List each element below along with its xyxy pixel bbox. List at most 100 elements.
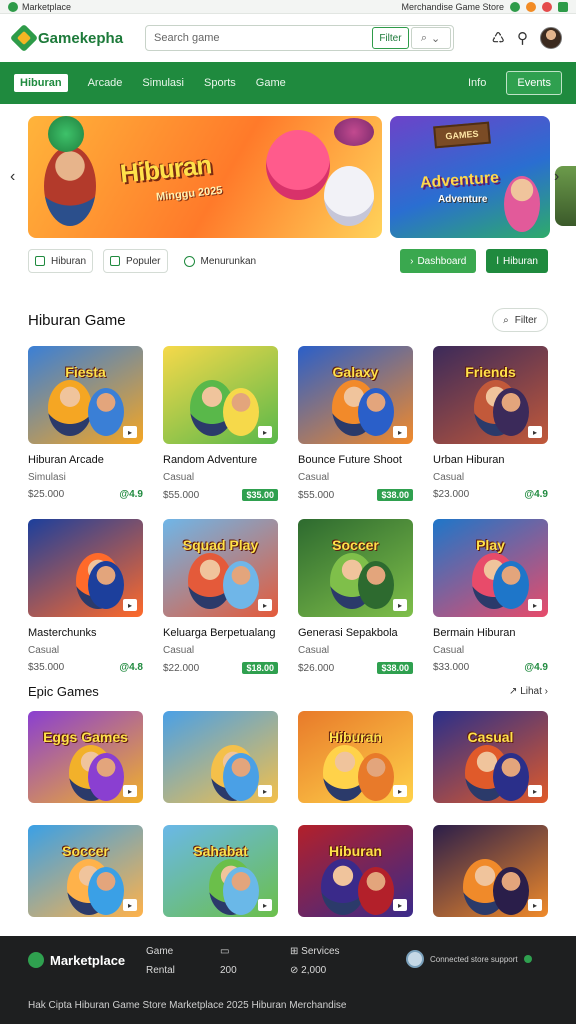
play-badge-icon[interactable]: ▸	[393, 426, 407, 438]
game-card[interactable]: Friends ▸ Urban Hiburan Casual $23.000 @4.9	[433, 346, 548, 501]
game-card[interactable]: Fiesta ▸ Hiburan Arcade Simulasi $25.000 @4.9	[28, 346, 143, 501]
green-square-icon[interactable]	[558, 1, 568, 12]
avatar[interactable]	[540, 27, 562, 49]
epic-game-thumbnail[interactable]: Soccer ▸	[28, 825, 143, 917]
epic-game-card[interactable]: Hiburan ▸	[298, 825, 413, 917]
game-thumbnail[interactable]: ▸	[28, 519, 143, 617]
game-card[interactable]: Galaxy ▸ Bounce Future Shoot Casual $55.000 $…	[298, 346, 413, 501]
chip-label: Menurunkan	[200, 255, 257, 267]
game-title[interactable]: Bermain Hiburan	[433, 627, 548, 639]
play-badge-icon[interactable]: ▸	[123, 599, 137, 611]
epic-game-thumbnail[interactable]: Hiburan ▸	[298, 711, 413, 803]
red-dot-icon[interactable]	[542, 1, 552, 12]
game-thumbnail[interactable]: Galaxy ▸	[298, 346, 413, 444]
nav-item-arcade[interactable]: Arcade	[88, 77, 123, 89]
game-thumbnail[interactable]: Play ▸	[433, 519, 548, 617]
cart-icon[interactable]: ♺	[492, 29, 505, 47]
nav-events-button[interactable]: Events	[506, 71, 562, 95]
game-price: $55.000	[163, 489, 200, 501]
game-card[interactable]: ▸ Masterchunks Casual $35.000 @4.8	[28, 519, 143, 674]
epic-game-card[interactable]: Eggs Games ▸	[28, 711, 143, 803]
game-title[interactable]: Hiburan Arcade	[28, 454, 143, 466]
game-card[interactable]: Play ▸ Bermain Hiburan Casual $33.000 @4.9	[433, 519, 548, 674]
game-thumbnail[interactable]: ▸	[163, 346, 278, 444]
game-rating: $38.00	[377, 662, 413, 674]
game-title[interactable]: Bounce Future Shoot	[298, 454, 413, 466]
nav-item-game[interactable]: Game	[256, 77, 286, 89]
nav-info-link[interactable]: Info	[468, 77, 486, 89]
chip-populer[interactable]: Populer	[103, 249, 168, 273]
game-card[interactable]: Soccer ▸ Generasi Sepakbola Casual $26.000 $3…	[298, 519, 413, 674]
epic-game-thumbnail[interactable]: Sahabat ▸	[163, 825, 278, 917]
game-thumbnail[interactable]: Soccer ▸	[298, 519, 413, 617]
footer-col3-icon: ⊞	[290, 946, 299, 957]
hero-banner-side[interactable]: GAMES Adventure Adventure	[390, 116, 550, 238]
search-icon: ⌕	[420, 31, 428, 44]
play-badge-icon[interactable]: ▸	[123, 899, 137, 911]
epic-game-thumbnail[interactable]: ▸	[433, 825, 548, 917]
epic-game-card[interactable]: Soccer ▸	[28, 825, 143, 917]
game-thumbnail[interactable]: Friends ▸	[433, 346, 548, 444]
section1-title: Hiburan Game	[28, 311, 126, 329]
footer-col-2: ▭ 200	[220, 946, 237, 976]
play-badge-icon[interactable]: ▸	[528, 599, 542, 611]
play-badge-icon[interactable]: ▸	[258, 785, 272, 797]
nav-item-sports[interactable]: Sports	[204, 77, 236, 89]
epic-game-card[interactable]: ▸	[163, 711, 278, 803]
search-button[interactable]: ⌕ ⌄	[410, 27, 451, 49]
game-thumbnail[interactable]: Fiesta ▸	[28, 346, 143, 444]
orange-dot-icon[interactable]	[526, 1, 536, 12]
epic-game-thumbnail[interactable]: Eggs Games ▸	[28, 711, 143, 803]
game-title[interactable]: Masterchunks	[28, 627, 143, 639]
chip-menurunkan[interactable]: Menurunkan	[178, 249, 263, 273]
epic-game-card[interactable]: Hiburan ▸	[298, 711, 413, 803]
character-art	[48, 380, 92, 436]
footer-link[interactable]: Rental	[146, 965, 175, 976]
hero-banner-main[interactable]: Hiburan Minggu 2025	[28, 116, 382, 238]
bell-icon[interactable]: ⚲	[517, 29, 528, 47]
section2-more-link[interactable]: ↗ Lihat ›	[509, 686, 548, 697]
play-badge-icon[interactable]: ▸	[123, 785, 137, 797]
play-badge-icon[interactable]: ▸	[393, 899, 407, 911]
support-icon[interactable]	[406, 950, 424, 968]
carousel-prev-icon[interactable]: ‹	[10, 168, 15, 186]
epic-game-card[interactable]: Casual ▸	[433, 711, 548, 803]
section1-filter-button[interactable]: ⌕ Filter	[492, 308, 548, 332]
epic-game-thumbnail[interactable]: Casual ▸	[433, 711, 548, 803]
carousel-next-icon[interactable]: ›	[554, 168, 559, 186]
nav-item-simulasi[interactable]: Simulasi	[142, 77, 184, 89]
game-title[interactable]: Keluarga Berpetualang	[163, 627, 278, 639]
logo[interactable]: Gamekepha	[9, 23, 123, 53]
game-card[interactable]: ▸ Random Adventure Casual $55.000 $35.00	[163, 346, 278, 501]
dashboard-button[interactable]: › Dashboard	[400, 249, 477, 273]
epic-game-card[interactable]: ▸	[433, 825, 548, 917]
search-input[interactable]: Search game Filter ⌕ ⌄	[145, 25, 454, 51]
epic-game-thumbnail[interactable]: ▸	[163, 711, 278, 803]
footer-link[interactable]: Services	[301, 946, 339, 957]
epic-game-card[interactable]: Sahabat ▸	[163, 825, 278, 917]
hiburan-button[interactable]: ǀ Hiburan	[486, 249, 548, 273]
footer-logo[interactable]: Marketplace	[28, 952, 125, 968]
play-badge-icon[interactable]: ▸	[393, 785, 407, 797]
character-art	[358, 867, 394, 915]
footer-link[interactable]: Game	[146, 946, 175, 957]
nav-item-hiburan[interactable]: Hiburan	[14, 74, 68, 92]
game-thumbnail[interactable]: Squad Play ▸	[163, 519, 278, 617]
epic-game-thumbnail[interactable]: Hiburan ▸	[298, 825, 413, 917]
play-badge-icon[interactable]: ▸	[258, 426, 272, 438]
green-dot-icon[interactable]	[510, 1, 520, 12]
game-title[interactable]: Urban Hiburan	[433, 454, 548, 466]
filter-button[interactable]: Filter	[372, 27, 409, 49]
play-badge-icon[interactable]: ▸	[528, 899, 542, 911]
game-title[interactable]: Generasi Sepakbola	[298, 627, 413, 639]
game-rating: @4.8	[119, 662, 143, 673]
game-title[interactable]: Random Adventure	[163, 454, 278, 466]
play-badge-icon[interactable]: ▸	[528, 426, 542, 438]
chip-hiburan[interactable]: Hiburan	[28, 249, 94, 273]
play-badge-icon[interactable]: ▸	[258, 599, 272, 611]
play-badge-icon[interactable]: ▸	[258, 899, 272, 911]
game-card[interactable]: Squad Play ▸ Keluarga Berpetualang Casual $2…	[163, 519, 278, 674]
play-badge-icon[interactable]: ▸	[123, 426, 137, 438]
play-badge-icon[interactable]: ▸	[393, 599, 407, 611]
play-badge-icon[interactable]: ▸	[528, 785, 542, 797]
